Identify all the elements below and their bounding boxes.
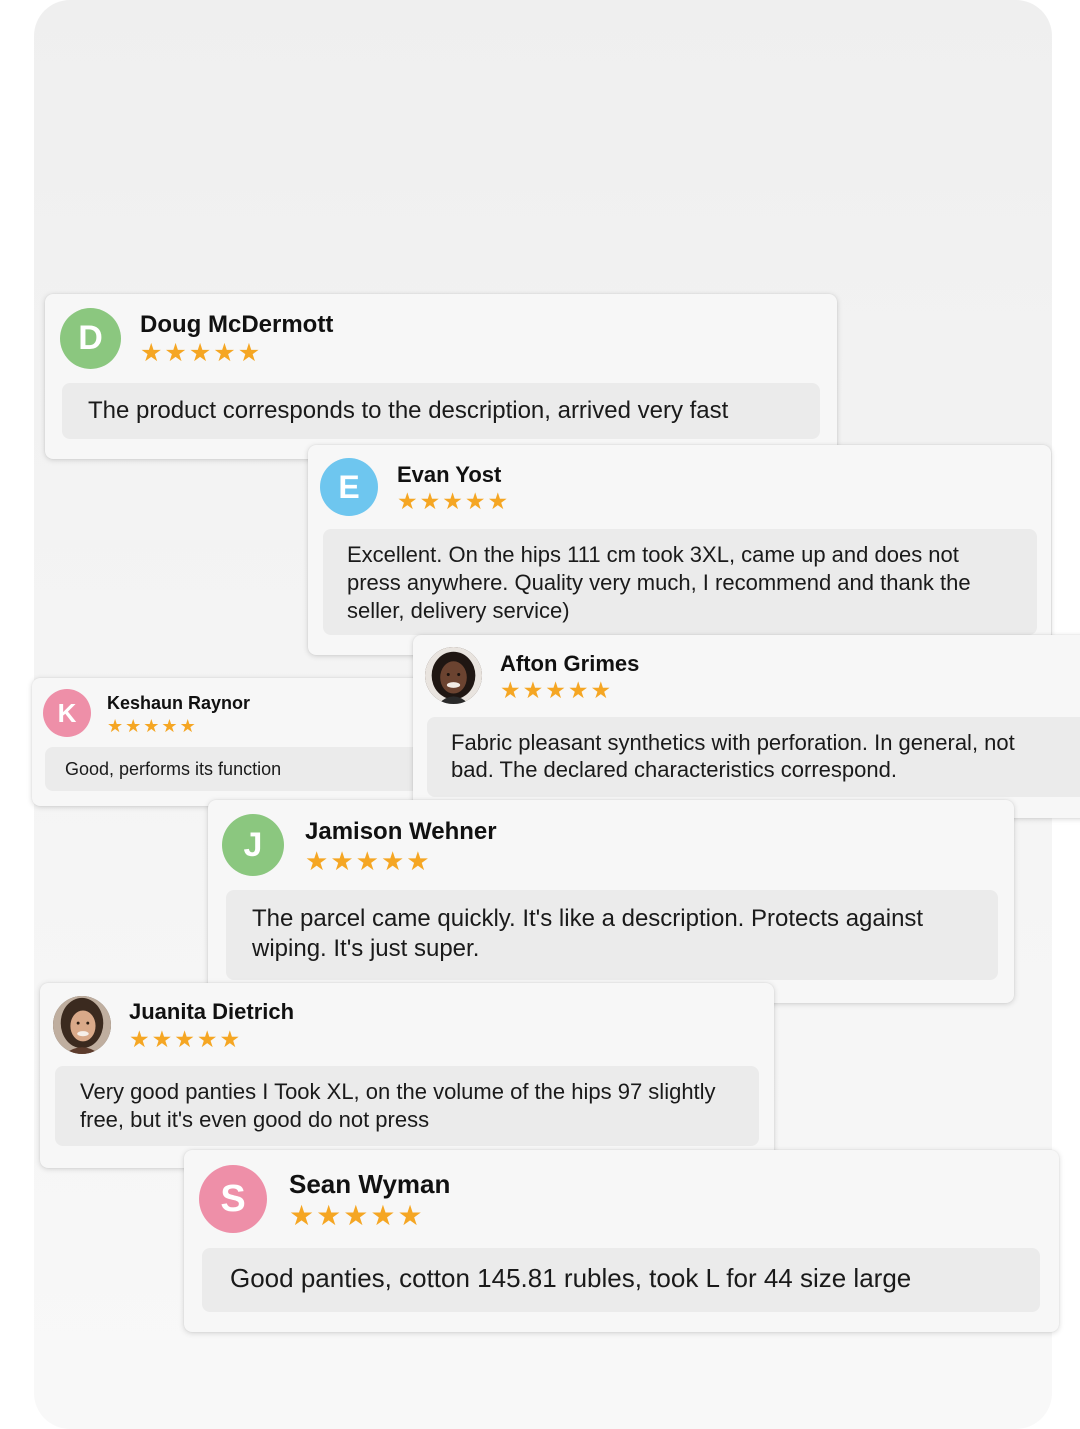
rating-stars: ★ ★ ★ ★ ★: [129, 1028, 240, 1051]
star-icon: ★: [151, 1026, 173, 1052]
star-icon: ★: [442, 488, 463, 514]
rating-stars: ★ ★ ★ ★ ★: [107, 717, 196, 735]
review-card-jamison-wehner: J Jamison Wehner ★ ★ ★ ★ ★ The parcel came q…: [208, 800, 1014, 1003]
avatar: K: [43, 689, 91, 737]
avatar: S: [199, 1165, 267, 1233]
avatar-photo: [53, 996, 111, 1054]
star-icon: ★: [107, 716, 124, 736]
reviewer-name: Evan Yost: [397, 462, 502, 487]
review-text: The parcel came quickly. It's like a des…: [226, 890, 998, 980]
star-icon: ★: [487, 488, 509, 514]
star-icon: ★: [330, 846, 354, 876]
rating-stars: ★ ★ ★ ★ ★: [289, 1202, 423, 1230]
star-icon: ★: [140, 339, 163, 367]
star-icon: ★: [500, 677, 521, 703]
review-card-keshaun-raynor: K Keshaun Raynor ★ ★ ★ ★ ★ Good, performs it…: [32, 678, 432, 806]
star-icon: ★: [316, 1200, 342, 1231]
avatar: D: [60, 308, 121, 369]
star-icon: ★: [125, 716, 142, 736]
star-icon: ★: [419, 488, 441, 514]
review-text: The product corresponds to the descripti…: [62, 383, 820, 439]
review-card-evan-yost: E Evan Yost ★ ★ ★ ★ ★ Excellent. On the hips…: [308, 445, 1051, 655]
review-card-doug-mcdermott: D Doug McDermott ★ ★ ★ ★ ★ The product corre…: [45, 294, 837, 459]
rating-stars: ★ ★ ★ ★ ★: [140, 341, 260, 366]
avatar: E: [320, 458, 378, 516]
review-text: Very good panties I Took XL, on the volu…: [55, 1066, 759, 1146]
reviewer-name: Jamison Wehner: [305, 818, 497, 845]
star-icon: ★: [567, 677, 589, 703]
reviewer-name: Keshaun Raynor: [107, 693, 251, 713]
review-card-afton-grimes: Afton Grimes ★ ★ ★ ★ ★ Fabric pleasant synth…: [413, 635, 1080, 818]
person-photo-icon: [425, 647, 482, 704]
star-icon: ★: [129, 1026, 150, 1052]
star-icon: ★: [188, 339, 212, 367]
star-icon: ★: [380, 846, 405, 876]
star-icon: ★: [237, 339, 261, 367]
avatar-initial: D: [78, 319, 103, 357]
star-icon: ★: [590, 677, 612, 703]
star-icon: ★: [464, 488, 486, 514]
star-icon: ★: [164, 339, 187, 367]
avatar-initial: E: [338, 468, 360, 505]
star-icon: ★: [355, 846, 379, 876]
review-card-juanita-dietrich: Juanita Dietrich ★ ★ ★ ★ ★ Very good panties…: [40, 983, 774, 1168]
review-card-sean-wyman: S Sean Wyman ★ ★ ★ ★ ★ Good panties, cotton …: [184, 1150, 1059, 1332]
avatar-initial: K: [57, 697, 77, 728]
review-text: Fabric pleasant synthetics with perforat…: [427, 717, 1080, 797]
star-icon: ★: [522, 677, 544, 703]
review-text: Good, performs its function: [45, 747, 429, 791]
rating-stars: ★ ★ ★ ★ ★: [500, 679, 611, 702]
star-icon: ★: [143, 716, 160, 736]
star-icon: ★: [370, 1200, 396, 1231]
reviewer-name: Doug McDermott: [140, 311, 334, 338]
person-photo-icon: [53, 996, 111, 1054]
review-text: Good panties, cotton 145.81 rubles, took…: [202, 1248, 1040, 1312]
star-icon: ★: [196, 1026, 218, 1052]
star-icon: ★: [161, 716, 178, 736]
star-icon: ★: [397, 1200, 423, 1231]
avatar-initial: J: [243, 825, 263, 864]
star-icon: ★: [219, 1026, 241, 1052]
avatar-initial: S: [220, 1177, 246, 1220]
avatar-photo: [425, 647, 482, 704]
star-icon: ★: [174, 1026, 195, 1052]
star-icon: ★: [343, 1200, 369, 1231]
reviewer-name: Afton Grimes: [500, 651, 640, 676]
star-icon: ★: [213, 339, 236, 367]
star-icon: ★: [289, 1200, 315, 1231]
star-icon: ★: [545, 677, 566, 703]
star-icon: ★: [179, 716, 196, 736]
reviewer-name: Juanita Dietrich: [129, 999, 295, 1024]
avatar: J: [222, 814, 284, 876]
review-text: Excellent. On the hips 111 cm took 3XL, …: [323, 529, 1037, 635]
rating-stars: ★ ★ ★ ★ ★: [305, 848, 430, 874]
rating-stars: ★ ★ ★ ★ ★: [397, 490, 508, 513]
reviewer-name: Sean Wyman: [289, 1169, 451, 1199]
star-icon: ★: [397, 488, 418, 514]
star-icon: ★: [406, 846, 430, 876]
star-icon: ★: [305, 846, 329, 876]
